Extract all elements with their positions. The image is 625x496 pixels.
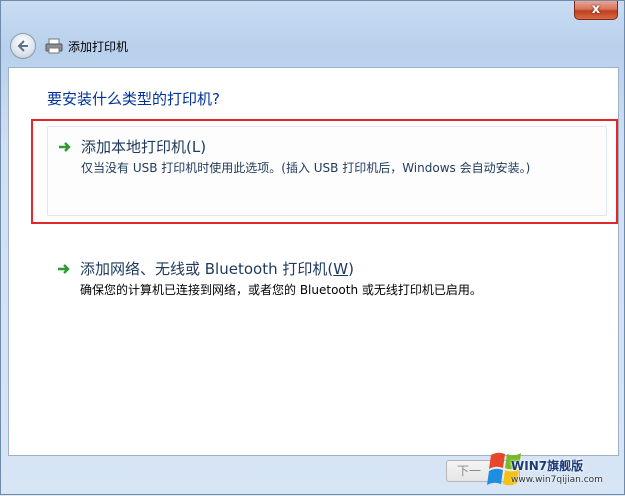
add-network-printer-option[interactable]: 添加网络、无线或 Bluetooth 打印机(W) 确保您的计算机已连接到网络，… xyxy=(47,249,607,299)
option-description: 确保您的计算机已连接到网络，或者您的 Bluetooth 或无线打印机已启用。 xyxy=(80,283,482,297)
back-button[interactable] xyxy=(10,33,36,59)
window-title: 添加打印机 xyxy=(68,40,129,54)
option-title: 添加网络、无线或 Bluetooth 打印机(W) xyxy=(80,258,354,279)
header-bar: 添加打印机 xyxy=(8,29,619,65)
watermark-text: WIN7旗舰版 xyxy=(511,459,584,473)
highlight-box xyxy=(31,119,618,224)
window-frame: x 添加打印机 要安装什么类型的打印机? 添加本地打印机(L) 仅当没有 USB… xyxy=(0,0,625,495)
option-title-accesskey: W xyxy=(333,260,349,278)
content-pane: 要安装什么类型的打印机? 添加本地打印机(L) 仅当没有 USB 打印机时使用此… xyxy=(8,67,619,456)
option-title-prefix: 添加网络、无线或 Bluetooth 打印机( xyxy=(80,260,334,278)
option-title-suffix: ) xyxy=(348,260,354,278)
watermark-url: www.win7qijian.com xyxy=(511,475,603,485)
back-arrow-icon xyxy=(17,40,28,52)
close-button[interactable]: x xyxy=(574,1,618,20)
printer-icon xyxy=(45,38,63,54)
green-arrow-icon xyxy=(58,264,70,274)
page-question: 要安装什么类型的打印机? xyxy=(47,90,220,108)
